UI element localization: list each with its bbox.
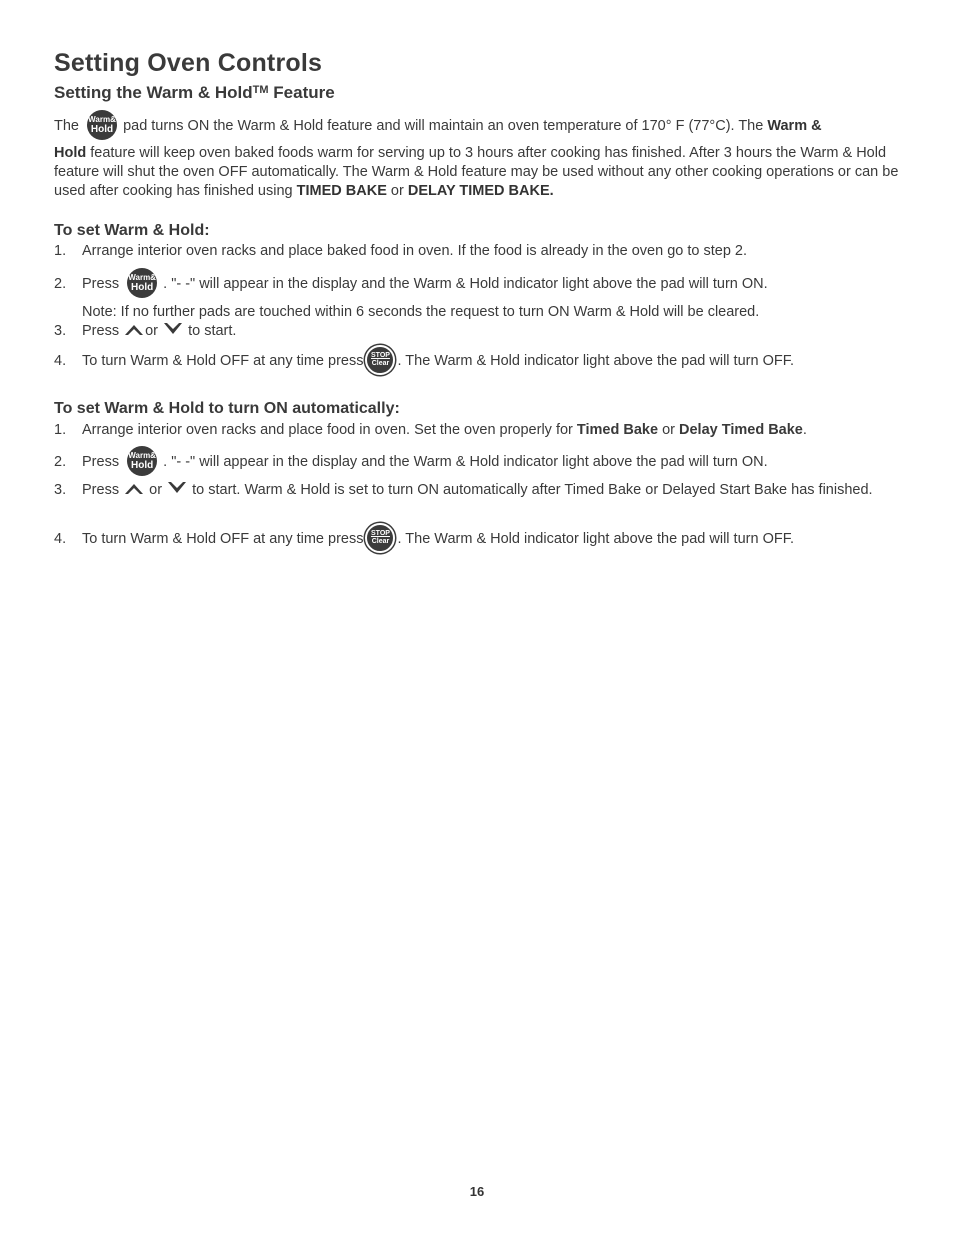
step-text-part: To turn Warm & Hold OFF at any time pres… <box>82 353 364 369</box>
step-text-part: . <box>802 422 807 438</box>
pad-label: STOP <box>371 352 390 360</box>
step-number: 4. <box>54 531 67 547</box>
step-text-part: . "- -" will appear in the display and t… <box>163 276 768 292</box>
step-number: 4. <box>54 353 67 369</box>
pad-label: STOP <box>371 530 390 538</box>
step-text: To turn Warm & Hold OFF at any time pres… <box>82 345 899 376</box>
intro-bold: DELAY TIMED BAKE. <box>407 183 554 199</box>
down-arrow-icon <box>168 482 187 494</box>
warm-hold-pad-icon: Warm& Hold <box>127 268 158 299</box>
warm-hold-pad-icon: Warm& Hold <box>127 446 158 477</box>
pad-label: Hold <box>131 460 154 472</box>
manual-page: Setting Oven Controls Setting the Warm &… <box>0 0 954 1239</box>
step-bold: Delay Timed Bake <box>679 422 803 438</box>
intro-bold: TIMED BAKE <box>296 183 387 199</box>
step-text: Press or to start. <box>82 322 899 340</box>
pad-label: Clear <box>371 360 390 368</box>
stop-clear-pad-icon: STOP Clear <box>365 523 396 554</box>
step-text-part: . "- -" will appear in the display and t… <box>163 454 768 470</box>
section-title-text: Setting the Warm & Hold <box>54 83 253 102</box>
step-text-part: Press <box>82 482 120 498</box>
step-text: To turn Warm & Hold OFF at any time pres… <box>82 523 899 554</box>
step-text-part: . The Warm & Hold indicator light above … <box>397 531 794 547</box>
pad-label: Warm& <box>128 273 156 283</box>
step-number: 1. <box>54 422 67 438</box>
section2-heading: To set Warm & Hold to turn ON automatica… <box>54 400 400 417</box>
step-number: 3. <box>54 323 67 339</box>
step-text: Press Warm& Hold . "- -" will appear in t… <box>82 268 899 299</box>
step-text-part: Press <box>82 276 120 292</box>
pad-label: Warm& <box>88 115 116 125</box>
pad-label: Clear <box>371 538 390 546</box>
step-number: 2. <box>54 276 67 292</box>
step-text-part: Arrange interior oven racks and place fo… <box>82 422 573 438</box>
down-arrow-icon <box>164 323 183 335</box>
step-text-part: to start. <box>188 323 237 339</box>
up-arrow-icon <box>125 325 144 336</box>
step-text: Press Warm& Hold . "- -" will appear in t… <box>82 446 899 477</box>
note-text: Note: If no further pads are touched wit… <box>82 304 760 320</box>
step-text: Arrange interior oven racks and place fo… <box>82 421 899 439</box>
step-number: 3. <box>54 482 67 498</box>
section1-heading: To set Warm & Hold: <box>54 222 210 239</box>
step-bold: Timed Bake <box>576 422 659 438</box>
trademark: TM <box>252 84 269 96</box>
page-number: 16 <box>469 1184 485 1199</box>
intro-text: The <box>54 118 79 134</box>
step-text-part: Press <box>82 454 120 470</box>
intro-text: or <box>390 183 404 199</box>
stop-clear-pad-icon: STOP Clear <box>365 345 396 376</box>
step-text-part: To turn Warm & Hold OFF at any time pres… <box>82 531 364 547</box>
step-text-part: . The Warm & Hold indicator light above … <box>397 353 794 369</box>
intro-paragraph: The Warm& Hold pad turns ON the Warm & Ho… <box>54 110 899 201</box>
step-text: Press or to start. Warm & Hold is set to… <box>82 481 899 499</box>
step-number: 2. <box>54 454 67 470</box>
warm-hold-pad-icon: Warm& Hold <box>87 110 118 141</box>
pad-label: Warm& <box>128 451 156 461</box>
section-title-end: Feature <box>268 83 335 102</box>
step-text-part: or <box>145 323 159 339</box>
pad-label: Hold <box>90 124 114 136</box>
pad-label: Hold <box>131 282 154 294</box>
up-arrow-icon <box>125 484 144 495</box>
intro-bold: Hold <box>54 145 87 161</box>
step-text-part: or <box>662 422 675 438</box>
intro-text: pad turns ON the Warm & Hold feature and… <box>123 118 764 134</box>
step-text-part: or <box>149 482 163 498</box>
section-title: Setting the Warm & HoldTM Feature <box>54 83 335 103</box>
step-text-part: to start. Warm & Hold is set to turn ON … <box>192 482 873 498</box>
intro-bold: Warm & <box>767 118 822 134</box>
step-text-part: Press <box>82 323 120 339</box>
step-number: 1. <box>54 243 67 259</box>
page-title: Setting Oven Controls <box>54 49 323 77</box>
step-text: Arrange interior oven racks and place ba… <box>82 243 748 259</box>
